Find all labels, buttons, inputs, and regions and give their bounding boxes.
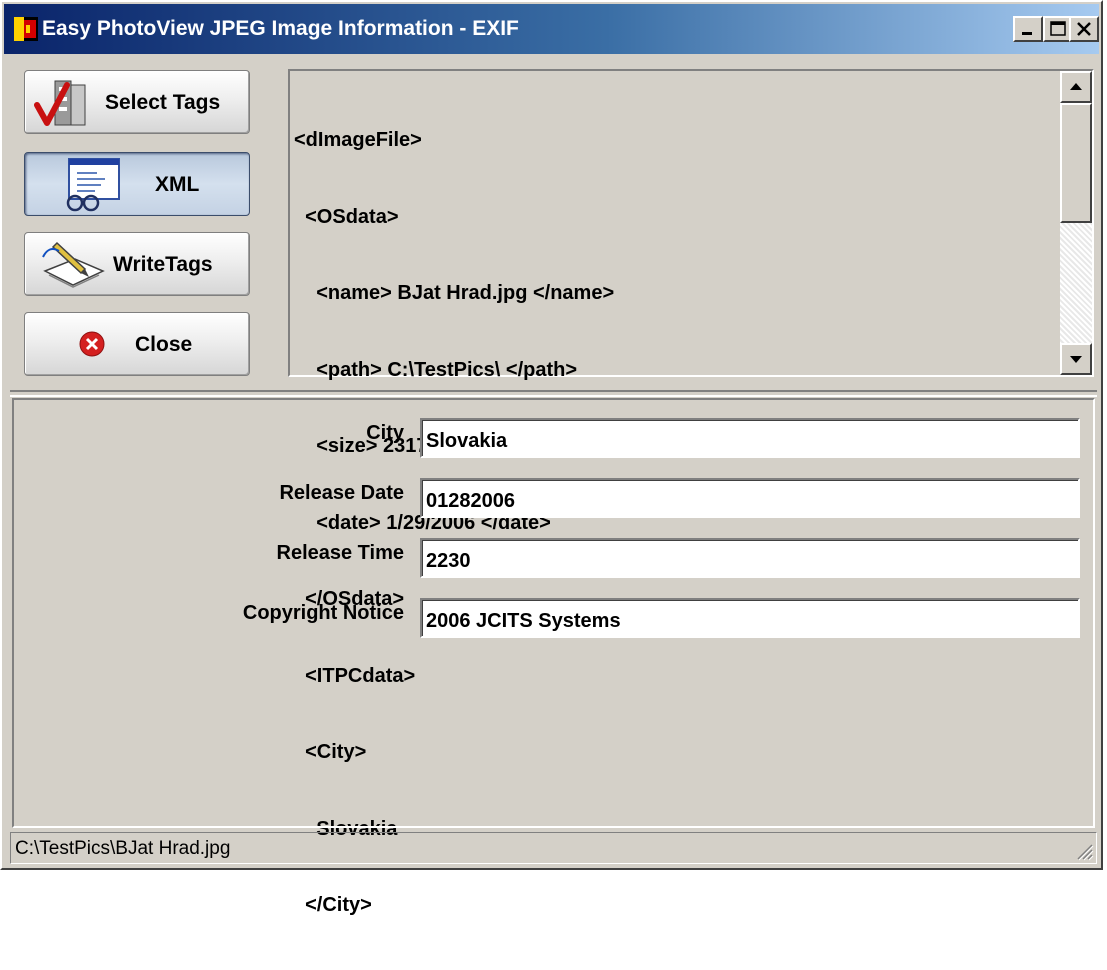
write-tags-button[interactable]: WriteTags	[24, 232, 250, 296]
minimize-button[interactable]	[1013, 16, 1043, 42]
tag-fields-panel: City Release Date Release Time Copyright…	[12, 398, 1095, 828]
xml-document-glasses-icon	[66, 158, 120, 212]
close-button[interactable]: Close	[24, 312, 250, 376]
title-bar[interactable]: Easy PhotoView JPEG Image Information - …	[4, 4, 1099, 54]
arrow-up-icon	[1070, 83, 1082, 90]
resize-grip-icon[interactable]	[1074, 841, 1094, 861]
xml-line: <path> C:\TestPics\ </path>	[294, 358, 578, 381]
scroll-down-button[interactable]	[1060, 343, 1092, 375]
status-path: C:\TestPics\BJat Hrad.jpg	[15, 838, 231, 859]
close-label: Close	[135, 333, 193, 356]
scroll-up-button[interactable]	[1060, 71, 1092, 103]
copyright-notice-field[interactable]	[420, 598, 1080, 638]
xml-line: <OSdata>	[294, 205, 399, 228]
city-field[interactable]	[420, 418, 1080, 458]
xml-button[interactable]: XML	[24, 152, 250, 216]
minimize-icon	[1022, 32, 1032, 35]
release-time-field[interactable]	[420, 538, 1080, 578]
scroll-thumb[interactable]	[1060, 103, 1092, 223]
xml-line: <dImageFile>	[294, 129, 422, 151]
write-tags-label: WriteTags	[113, 253, 213, 276]
close-window-button[interactable]	[1069, 16, 1099, 42]
xml-line: <name> BJat Hrad.jpg </name>	[294, 282, 615, 304]
close-icon	[1077, 22, 1091, 36]
checkmark-pages-icon	[34, 80, 86, 126]
select-tags-label: Select Tags	[105, 91, 221, 114]
window-title: Easy PhotoView JPEG Image Information - …	[42, 17, 519, 40]
copyright-notice-label: Copyright Notice	[242, 602, 404, 624]
red-x-circle-icon	[79, 331, 105, 357]
release-time-label: Release Time	[276, 542, 405, 564]
release-date-label: Release Date	[279, 482, 404, 504]
splitter[interactable]	[10, 390, 1097, 397]
vertical-scrollbar[interactable]	[1060, 71, 1092, 375]
release-date-field[interactable]	[420, 478, 1080, 518]
city-label: City	[366, 422, 404, 444]
xml-line: </City>	[294, 894, 372, 916]
main-window: Easy PhotoView JPEG Image Information - …	[0, 0, 1103, 916]
maximize-icon	[1050, 21, 1066, 36]
arrow-down-icon	[1070, 356, 1082, 363]
pen-paper-icon	[42, 241, 105, 288]
status-bar: C:\TestPics\BJat Hrad.jpg	[10, 832, 1097, 864]
xml-text-view[interactable]: <dImageFile> <OSdata> <name> BJat Hrad.j…	[288, 69, 1094, 916]
select-tags-button[interactable]: Select Tags	[24, 70, 250, 134]
xml-label: XML	[155, 173, 200, 196]
app-icon[interactable]	[14, 17, 38, 41]
